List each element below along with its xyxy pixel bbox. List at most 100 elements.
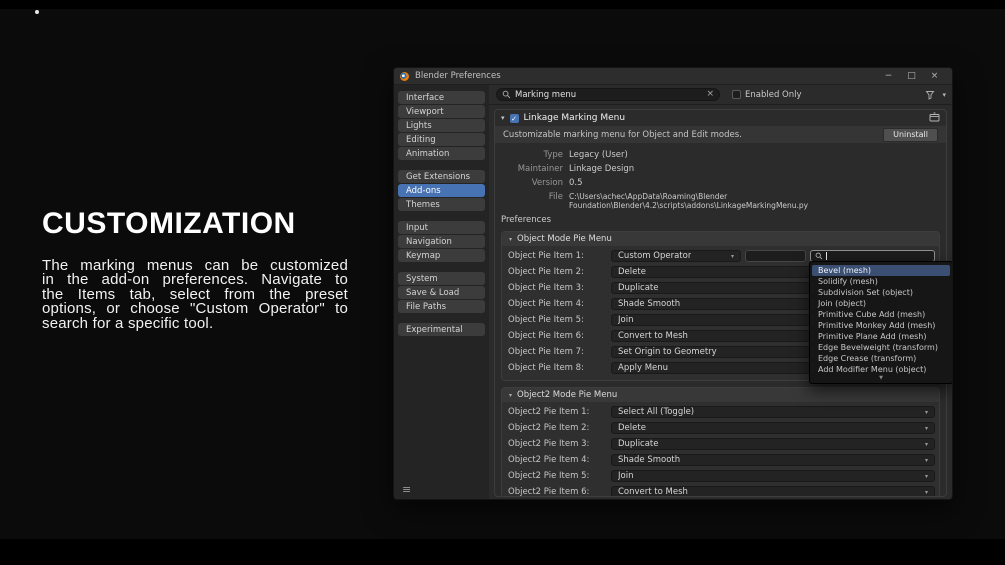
addon-enable-checkbox[interactable]: ✓ [509, 113, 519, 123]
selected-value: Convert to Mesh [618, 487, 688, 497]
pie-item-label: Object2 Pie Item 1: [508, 407, 590, 417]
pie-item-label: Object Pie Item 6: [508, 331, 584, 341]
pie2-row-6: Object2 Pie Item 6: Convert to Mesh ▾ [504, 486, 937, 497]
selected-value: Custom Operator [618, 251, 692, 261]
panel-header-object-mode[interactable]: ▾ Object Mode Pie Menu [502, 232, 939, 246]
close-button[interactable]: × [923, 68, 946, 84]
search-result-item[interactable]: Primitive Monkey Add (mesh) [812, 320, 950, 331]
text-cursor [826, 252, 827, 260]
custom-operator-name-field[interactable] [745, 250, 806, 262]
sidebar-item-get-extensions[interactable]: Get Extensions [398, 170, 485, 183]
selected-value: Select All (Toggle) [618, 407, 695, 417]
enabled-only-label: Enabled Only [745, 89, 802, 100]
selected-value: Join [618, 471, 634, 481]
chevron-down-icon: ▾ [924, 440, 928, 448]
pie2-item-4-preset-select[interactable]: Shade Smooth ▾ [611, 454, 935, 466]
addon-name: Linkage Marking Menu [523, 113, 626, 123]
sidebar-item-animation[interactable]: Animation [398, 147, 485, 160]
filter-icon[interactable] [925, 90, 935, 100]
pie-item-label: Object2 Pie Item 5: [508, 471, 590, 481]
search-result-item[interactable]: Subdivision Set (object) [812, 287, 950, 298]
sidebar-item-lights[interactable]: Lights [398, 119, 485, 132]
sidebar-item-file-paths[interactable]: File Paths [398, 300, 485, 313]
detail-label: Type [543, 150, 563, 160]
blender-preferences-window: Blender Preferences − □ × Interface View… [393, 67, 953, 500]
detail-value: Linkage Design [569, 164, 635, 174]
sidebar-item-editing[interactable]: Editing [398, 133, 485, 146]
uninstall-button[interactable]: Uninstall [883, 127, 938, 142]
selected-value: Shade Smooth [618, 455, 681, 465]
pie2-item-3-preset-select[interactable]: Duplicate ▾ [611, 438, 935, 450]
addon-description-row: Customizable marking menu for Object and… [495, 126, 946, 143]
search-result-item[interactable]: Join (object) [812, 298, 950, 309]
sidebar-item-add-ons[interactable]: Add-ons [398, 184, 485, 197]
detail-label: Maintainer [517, 164, 563, 174]
search-result-item[interactable]: Edge Bevelweight (transform) [812, 342, 950, 353]
expand-chevron-icon[interactable]: ▾ [501, 114, 505, 122]
detail-row: Type Legacy (User) [495, 150, 946, 160]
sidebar-item-experimental[interactable]: Experimental [398, 323, 485, 336]
search-result-item[interactable]: Add Modifier Menu (object) [812, 364, 950, 375]
search-result-item[interactable]: Solidify (mesh) [812, 276, 950, 287]
addon-header-row[interactable]: ▾ ✓ Linkage Marking Menu [495, 110, 946, 126]
selected-value: Duplicate [618, 439, 659, 449]
detail-row: Version 0.5 [495, 178, 946, 188]
addon-search-input[interactable]: Marking menu × [496, 88, 720, 101]
blender-logo-icon [400, 71, 409, 81]
sidebar-item-keymap[interactable]: Keymap [398, 249, 485, 262]
pie-item-1-type-select[interactable]: Custom Operator ▾ [611, 250, 741, 262]
legacy-addon-icon [929, 112, 940, 125]
enabled-only-checkbox[interactable] [732, 90, 741, 99]
search-result-item[interactable]: Edge Crease (transform) [812, 353, 950, 364]
pie2-row-3: Object2 Pie Item 3: Duplicate ▾ [504, 438, 937, 450]
pie-item-label: Object Pie Item 7: [508, 347, 584, 357]
panel-body: Object2 Pie Item 1: Select All (Toggle) … [502, 402, 939, 497]
slide: CUSTOMIZATION The marking menus can be c… [0, 0, 1005, 565]
pie2-row-4: Object2 Pie Item 4: Shade Smooth ▾ [504, 454, 937, 466]
sidebar-item-navigation[interactable]: Navigation [398, 235, 485, 248]
detail-label: File [548, 192, 563, 202]
search-result-item[interactable]: Primitive Cube Add (mesh) [812, 309, 950, 320]
minimize-button[interactable]: − [877, 68, 900, 84]
paragraph-line: search for a specific tool. [42, 314, 214, 332]
chevron-down-icon: ▾ [730, 252, 734, 260]
panel-title: Object Mode Pie Menu [517, 234, 612, 244]
sidebar-item-save-load[interactable]: Save & Load [398, 286, 485, 299]
sidebar-item-interface[interactable]: Interface [398, 91, 485, 104]
pie2-item-5-preset-select[interactable]: Join ▾ [611, 470, 935, 482]
titlebar[interactable]: Blender Preferences − □ × [394, 68, 952, 85]
sidebar-item-themes[interactable]: Themes [398, 198, 485, 211]
sidebar-item-viewport[interactable]: Viewport [398, 105, 485, 118]
panel-expand-icon: ▾ [509, 235, 513, 243]
editor-menu-icon[interactable]: ≡ [402, 483, 411, 496]
pie2-item-1-preset-select[interactable]: Select All (Toggle) ▾ [611, 406, 935, 418]
enabled-only-toggle[interactable]: Enabled Only [732, 88, 802, 101]
search-value: Marking menu [515, 89, 577, 100]
clear-search-icon[interactable]: × [706, 90, 714, 99]
pie2-item-2-preset-select[interactable]: Delete ▾ [611, 422, 935, 434]
decorative-dot [35, 10, 39, 14]
chevron-down-icon: ▾ [924, 424, 928, 432]
search-result-item[interactable]: Bevel (mesh) [812, 265, 950, 276]
maximize-button[interactable]: □ [900, 68, 923, 84]
pie-item-label: Object Pie Item 2: [508, 267, 584, 277]
more-results-icon[interactable]: ▼ [812, 375, 950, 382]
sidebar-item-system[interactable]: System [398, 272, 485, 285]
chevron-down-icon: ▾ [924, 488, 928, 496]
sidebar-item-input[interactable]: Input [398, 221, 485, 234]
pie2-row-2: Object2 Pie Item 2: Delete ▾ [504, 422, 937, 434]
detail-row: Maintainer Linkage Design [495, 164, 946, 174]
search-result-item[interactable]: Primitive Plane Add (mesh) [812, 331, 950, 342]
pie-item-label: Object Pie Item 8: [508, 363, 584, 373]
addons-main-region: Marking menu × Enabled Only ▾ ▾ ✓ Linkag… [489, 85, 952, 499]
object2-mode-pie-panel: ▾ Object2 Mode Pie Menu Object2 Pie Item… [501, 387, 940, 497]
selected-value: Convert to Mesh [618, 331, 688, 341]
chevron-down-icon: ▾ [924, 472, 928, 480]
selected-value: Set Origin to Geometry [618, 347, 717, 357]
panel-header-object2-mode[interactable]: ▾ Object2 Mode Pie Menu [502, 388, 939, 402]
pie2-item-6-preset-select[interactable]: Convert to Mesh ▾ [611, 486, 935, 497]
chevron-down-icon[interactable]: ▾ [942, 91, 946, 99]
